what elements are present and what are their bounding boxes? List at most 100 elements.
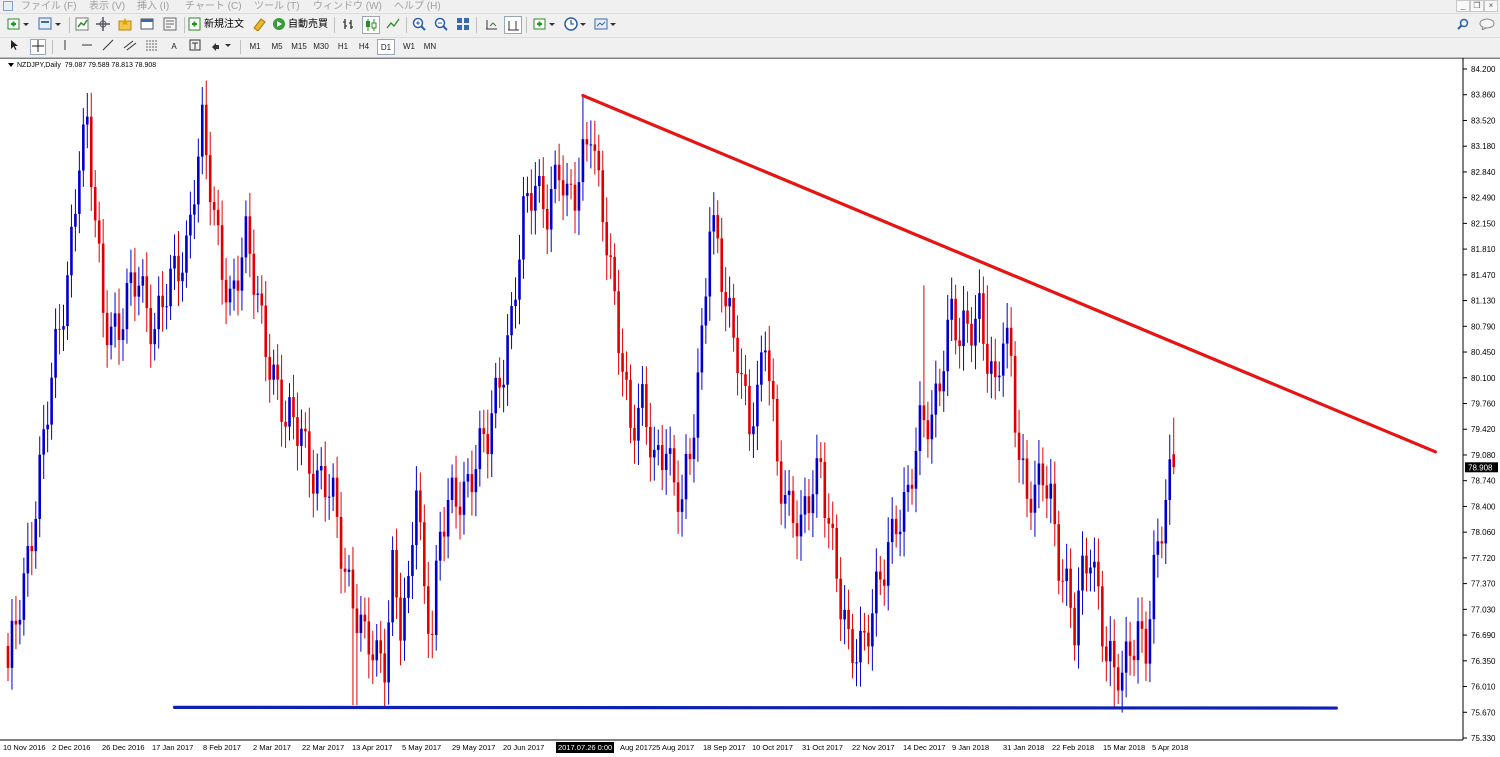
candle-body — [692, 437, 696, 460]
candle-body — [442, 531, 446, 537]
bar-chart-button[interactable] — [340, 16, 358, 34]
auto-trading-label: 自動売買 — [288, 19, 328, 30]
candle-body — [736, 337, 739, 374]
candle-body — [141, 276, 145, 286]
menu-view[interactable]: 表示 (V) — [89, 0, 125, 13]
menu-window[interactable]: ウィンドウ (W) — [313, 0, 382, 13]
zoom-out-button[interactable] — [432, 16, 450, 34]
profiles-button[interactable] — [36, 16, 64, 34]
horizontal-line-button[interactable] — [80, 39, 94, 55]
channel-button[interactable] — [122, 39, 138, 55]
candle-body — [248, 216, 252, 254]
candle-body — [268, 356, 271, 380]
fibonacci-button[interactable] — [144, 39, 160, 55]
menu-file[interactable]: ファイル (F) — [21, 0, 77, 13]
candle-body — [839, 578, 842, 620]
candle-body — [117, 313, 121, 340]
tf-m30[interactable]: M30 — [312, 39, 330, 55]
chart-shift-button[interactable] — [504, 16, 522, 34]
auto-trading-button[interactable]: 自動売買 — [272, 16, 328, 34]
metaeditor-button[interactable] — [250, 16, 268, 34]
line-chart-button[interactable] — [384, 16, 402, 34]
cursor-button[interactable] — [8, 39, 20, 55]
candle-body — [934, 383, 938, 415]
candle-body — [1081, 555, 1084, 591]
candle-body — [910, 484, 914, 489]
candle-body — [787, 490, 791, 496]
tf-m1[interactable]: M1 — [247, 39, 263, 55]
y-tick-label: 75.330 — [1471, 734, 1496, 743]
candle-body — [986, 343, 989, 374]
x-tick-label: 29 May 2017 — [452, 743, 495, 752]
menu-insert[interactable]: 挿入 (I) — [137, 0, 169, 13]
candle-body — [1057, 524, 1061, 581]
new-chart-button[interactable] — [5, 16, 31, 34]
price-chart[interactable]: 84.200 83.860 83.520 83.180 82.840 82.490 82.1… — [0, 58, 1500, 757]
terminal-button[interactable] — [138, 16, 156, 34]
candle-body — [46, 424, 49, 430]
x-tick-label: 22 Nov 2017 — [852, 743, 895, 752]
price-axis: 84.200 83.860 83.520 83.180 82.840 82.490 82.1… — [1463, 65, 1496, 743]
tf-m5[interactable]: M5 — [269, 39, 285, 55]
data-window-button[interactable] — [94, 16, 112, 34]
candle-body — [609, 255, 612, 257]
candle-body — [886, 542, 890, 586]
standard-toolbar: 新規注文 自動売買 — [0, 14, 1500, 38]
zoom-in-button[interactable] — [410, 16, 428, 34]
candles-group — [6, 80, 1176, 713]
candle-body — [1105, 646, 1108, 662]
candle-body — [906, 484, 910, 493]
chart-shift-icon — [508, 21, 519, 31]
candle-body — [1061, 580, 1064, 582]
text-button[interactable]: A — [168, 39, 180, 55]
strategy-tester-button[interactable] — [161, 16, 179, 34]
trendline-button[interactable] — [101, 39, 115, 55]
x-tick-label: 2 Mar 2017 — [253, 743, 291, 752]
market-watch-button[interactable] — [73, 16, 91, 34]
candle-body — [204, 104, 208, 156]
auto-scroll-button[interactable] — [482, 16, 500, 34]
crosshair-button[interactable] — [30, 39, 46, 55]
chat-button[interactable] — [1478, 16, 1496, 34]
restore-icon[interactable]: ❐ — [1470, 0, 1484, 12]
candlestick-chart-button[interactable] — [362, 16, 380, 34]
candle-body — [470, 474, 474, 493]
candle-body — [803, 496, 807, 515]
indicators-button[interactable] — [531, 16, 557, 34]
close-icon[interactable]: × — [1484, 0, 1498, 12]
tf-d1[interactable]: D1 — [377, 39, 395, 55]
y-tick-label: 77.720 — [1471, 554, 1496, 563]
tile-windows-button[interactable] — [454, 16, 472, 34]
x-tick-label: 26 Dec 2016 — [102, 743, 145, 752]
tf-h1[interactable]: H1 — [336, 39, 350, 55]
menu-chart[interactable]: チャート (C) — [185, 0, 242, 13]
x-tick-label: 5 May 2017 — [402, 743, 441, 752]
tf-w1[interactable]: W1 — [401, 39, 417, 55]
candle-body — [125, 283, 129, 330]
new-order-button[interactable]: 新規注文 — [188, 16, 244, 34]
navigator-button[interactable] — [116, 16, 134, 34]
menu-help[interactable]: ヘルプ (H) — [394, 0, 441, 13]
vertical-line-button[interactable] — [60, 39, 70, 55]
tf-h4[interactable]: H4 — [357, 39, 371, 55]
text-label-button[interactable] — [188, 39, 202, 55]
candle-body — [847, 609, 850, 630]
candle-body — [879, 571, 882, 580]
periodicity-button[interactable] — [562, 16, 588, 34]
tf-m15[interactable]: M15 — [290, 39, 308, 55]
candle-body — [581, 139, 585, 183]
minimize-icon[interactable]: _ — [1456, 0, 1470, 12]
search-button[interactable] — [1456, 16, 1470, 34]
candle-body — [379, 640, 383, 654]
candle-body — [688, 453, 692, 460]
candle-body — [978, 293, 981, 319]
candle-body — [197, 156, 200, 205]
candle-body — [696, 372, 700, 438]
arrows-button[interactable] — [210, 39, 234, 55]
menu-tools[interactable]: ツール (T) — [254, 0, 300, 13]
templates-button[interactable] — [592, 16, 618, 34]
tf-mn[interactable]: MN — [421, 39, 439, 55]
y-tick-label: 78.060 — [1471, 528, 1496, 537]
candle-body — [1108, 640, 1112, 662]
candle-body — [403, 597, 406, 641]
